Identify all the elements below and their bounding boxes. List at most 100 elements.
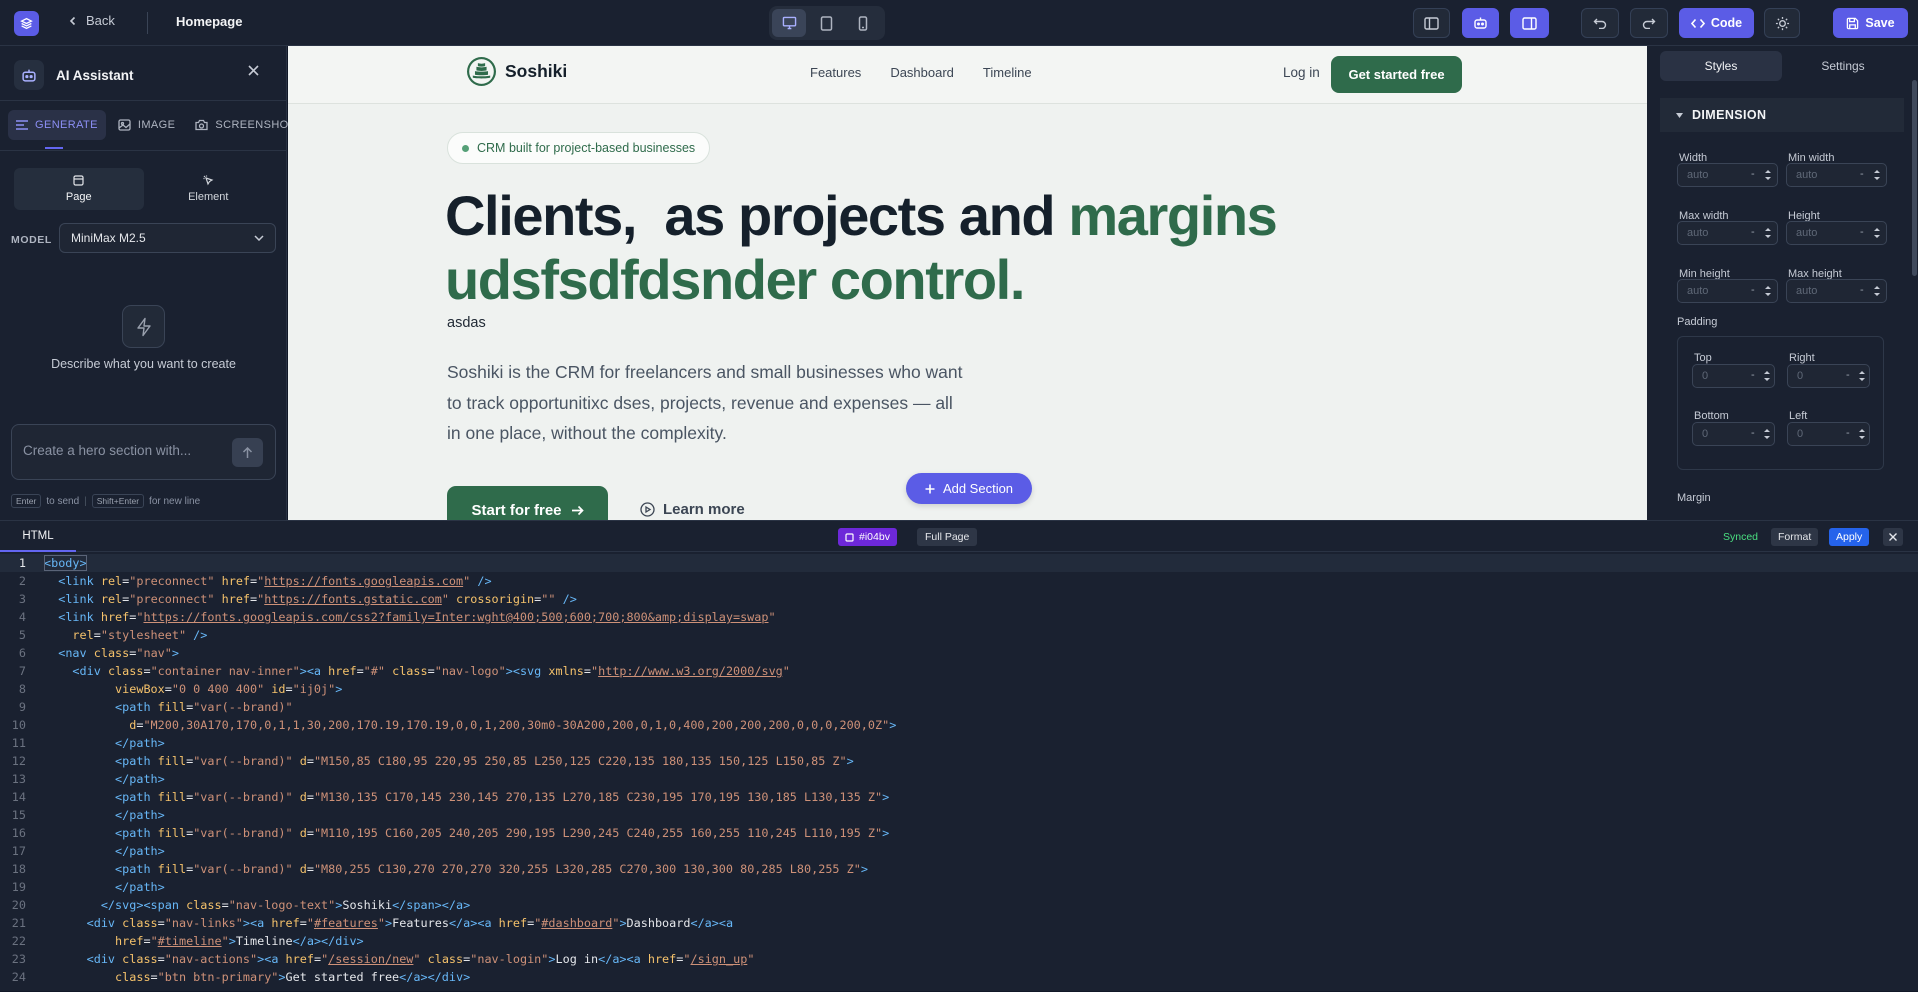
max-width-input[interactable]: auto -: [1677, 221, 1778, 245]
spinner-icon[interactable]: [1873, 225, 1881, 241]
close-code-panel-button[interactable]: [1883, 528, 1903, 546]
min-width-unit[interactable]: -: [1860, 168, 1864, 180]
min-height-input[interactable]: auto -: [1677, 279, 1778, 303]
code-line[interactable]: 18 <path fill="var(--brand)" d="M80,255 …: [0, 860, 1918, 878]
code-line[interactable]: 8 viewBox="0 0 400 400" id="ij0j">: [0, 680, 1918, 698]
ai-assistant-toggle-button[interactable]: [1462, 8, 1499, 38]
apply-button[interactable]: Apply: [1829, 528, 1870, 546]
tab-generate[interactable]: GENERATE: [8, 110, 106, 140]
spinner-icon[interactable]: [1873, 283, 1881, 299]
width-input[interactable]: auto -: [1677, 163, 1778, 187]
start-for-free-button[interactable]: Start for free: [447, 486, 608, 520]
nav-login-link[interactable]: Log in: [1283, 65, 1320, 80]
theme-toggle-button[interactable]: [1764, 8, 1800, 38]
spinner-icon[interactable]: [1764, 225, 1772, 241]
code-line[interactable]: 11 </path>: [0, 734, 1918, 752]
code-line[interactable]: 17 </path>: [0, 842, 1918, 860]
prompt-input[interactable]: Create a hero section with...: [11, 424, 276, 480]
code-line[interactable]: 5 rel="stylesheet" />: [0, 626, 1918, 644]
learn-more-button[interactable]: Learn more: [640, 501, 745, 518]
close-ai-panel-button[interactable]: [248, 65, 259, 76]
tab-html[interactable]: HTML: [0, 521, 76, 552]
code-line[interactable]: 2 <link rel="preconnect" href="https://f…: [0, 572, 1918, 590]
code-line[interactable]: 21 <div class="nav-links"><a href="#feat…: [0, 914, 1918, 932]
code-line[interactable]: 24 class="btn btn-primary">Get started f…: [0, 968, 1918, 986]
padding-top-unit[interactable]: -: [1751, 369, 1755, 381]
padding-top-input[interactable]: 0 -: [1692, 364, 1775, 388]
save-button[interactable]: Save: [1833, 8, 1908, 38]
mobile-view-button[interactable]: [846, 9, 880, 37]
add-section-button[interactable]: Add Section: [906, 473, 1032, 504]
code-line[interactable]: 9 <path fill="var(--brand)": [0, 698, 1918, 716]
padding-bottom-unit[interactable]: -: [1751, 427, 1755, 439]
padding-left-unit[interactable]: -: [1846, 427, 1850, 439]
desktop-view-button[interactable]: [772, 9, 806, 37]
nav-link-dashboard[interactable]: Dashboard: [890, 65, 954, 80]
toggle-left-panel-button[interactable]: [1413, 8, 1450, 38]
format-button[interactable]: Format: [1771, 528, 1819, 546]
width-unit[interactable]: -: [1751, 168, 1755, 180]
height-unit[interactable]: -: [1860, 226, 1864, 238]
nav-link-timeline[interactable]: Timeline: [983, 65, 1032, 80]
code-line[interactable]: 4 <link href="https://fonts.googleapis.c…: [0, 608, 1918, 626]
redo-button[interactable]: [1630, 8, 1668, 38]
code-line[interactable]: 22 href="#timeline">Timeline</a></div>: [0, 932, 1918, 950]
spinner-icon[interactable]: [1858, 426, 1866, 442]
min-width-input[interactable]: auto -: [1786, 163, 1887, 187]
code-line[interactable]: 20 </svg><span class="nav-logo-text">Sos…: [0, 896, 1918, 914]
tab-screenshot[interactable]: SCREENSHOT: [187, 110, 303, 140]
app-logo[interactable]: [14, 11, 39, 36]
padding-bottom-input[interactable]: 0 -: [1692, 422, 1775, 446]
tab-styles[interactable]: Styles: [1660, 51, 1782, 81]
tab-image[interactable]: IMAGE: [110, 110, 183, 140]
dimension-section-header[interactable]: DIMENSION: [1660, 98, 1904, 132]
code-line[interactable]: 16 <path fill="var(--brand)" d="M110,195…: [0, 824, 1918, 842]
spinner-icon[interactable]: [1858, 368, 1866, 384]
full-page-button[interactable]: Full Page: [917, 528, 978, 546]
get-started-button[interactable]: Get started free: [1331, 56, 1462, 93]
hero-heading[interactable]: Clients, as projects and margins udsfsdf…: [445, 184, 1445, 312]
spinner-icon[interactable]: [1873, 167, 1881, 183]
code-button[interactable]: Code: [1679, 8, 1754, 38]
padding-right-unit[interactable]: -: [1846, 369, 1850, 381]
height-input[interactable]: auto -: [1786, 221, 1887, 245]
spinner-icon[interactable]: [1763, 368, 1771, 384]
selected-element-badge[interactable]: #i04bv: [838, 528, 897, 546]
back-button[interactable]: Back: [68, 13, 115, 28]
code-line[interactable]: 19 </path>: [0, 878, 1918, 896]
max-height-unit[interactable]: -: [1860, 284, 1864, 296]
hero-badge[interactable]: CRM built for project-based businesses: [447, 132, 711, 164]
tab-settings[interactable]: Settings: [1782, 51, 1904, 81]
hero-subtext[interactable]: asdas: [447, 315, 486, 331]
site-logo[interactable]: Soshiki: [467, 57, 567, 86]
max-height-input[interactable]: auto -: [1786, 279, 1887, 303]
code-line[interactable]: 15 </path>: [0, 806, 1918, 824]
target-element-button[interactable]: Element: [144, 168, 274, 210]
code-editor[interactable]: 1 <body> 2 <link rel="preconnect" href="ht…: [0, 554, 1918, 992]
spinner-icon[interactable]: [1763, 426, 1771, 442]
max-width-unit[interactable]: -: [1751, 226, 1755, 238]
code-line[interactable]: 6 <nav class="nav">: [0, 644, 1918, 662]
code-line[interactable]: 23 <div class="nav-actions"><a href="/se…: [0, 950, 1918, 968]
code-line[interactable]: 7 <div class="container nav-inner"><a hr…: [0, 662, 1918, 680]
nav-link-features[interactable]: Features: [810, 65, 861, 80]
padding-right-input[interactable]: 0 -: [1787, 364, 1870, 388]
padding-left-input[interactable]: 0 -: [1787, 422, 1870, 446]
code-line[interactable]: 13 </path>: [0, 770, 1918, 788]
page-canvas[interactable]: Soshiki Features Dashboard Timeline Log …: [288, 46, 1647, 520]
min-height-unit[interactable]: -: [1751, 284, 1755, 296]
code-line[interactable]: 3 <link rel="preconnect" href="https://f…: [0, 590, 1918, 608]
code-line[interactable]: 12 <path fill="var(--brand)" d="M150,85 …: [0, 752, 1918, 770]
code-line[interactable]: 14 <path fill="var(--brand)" d="M130,135…: [0, 788, 1918, 806]
undo-button[interactable]: [1581, 8, 1619, 38]
spinner-icon[interactable]: [1764, 283, 1772, 299]
code-line[interactable]: 10 d="M200,30A170,170,0,1,1,30,200,170.1…: [0, 716, 1918, 734]
site-navbar[interactable]: Soshiki Features Dashboard Timeline Log …: [288, 46, 1647, 104]
send-button[interactable]: [232, 438, 263, 467]
tablet-view-button[interactable]: [809, 9, 843, 37]
spinner-icon[interactable]: [1764, 167, 1772, 183]
target-page-button[interactable]: Page: [14, 168, 144, 210]
code-line[interactable]: 1 <body>: [0, 554, 1918, 572]
hero-paragraph[interactable]: Soshiki is the CRM for freelancers and s…: [447, 357, 967, 449]
styles-panel-scrollbar[interactable]: [1912, 80, 1917, 276]
